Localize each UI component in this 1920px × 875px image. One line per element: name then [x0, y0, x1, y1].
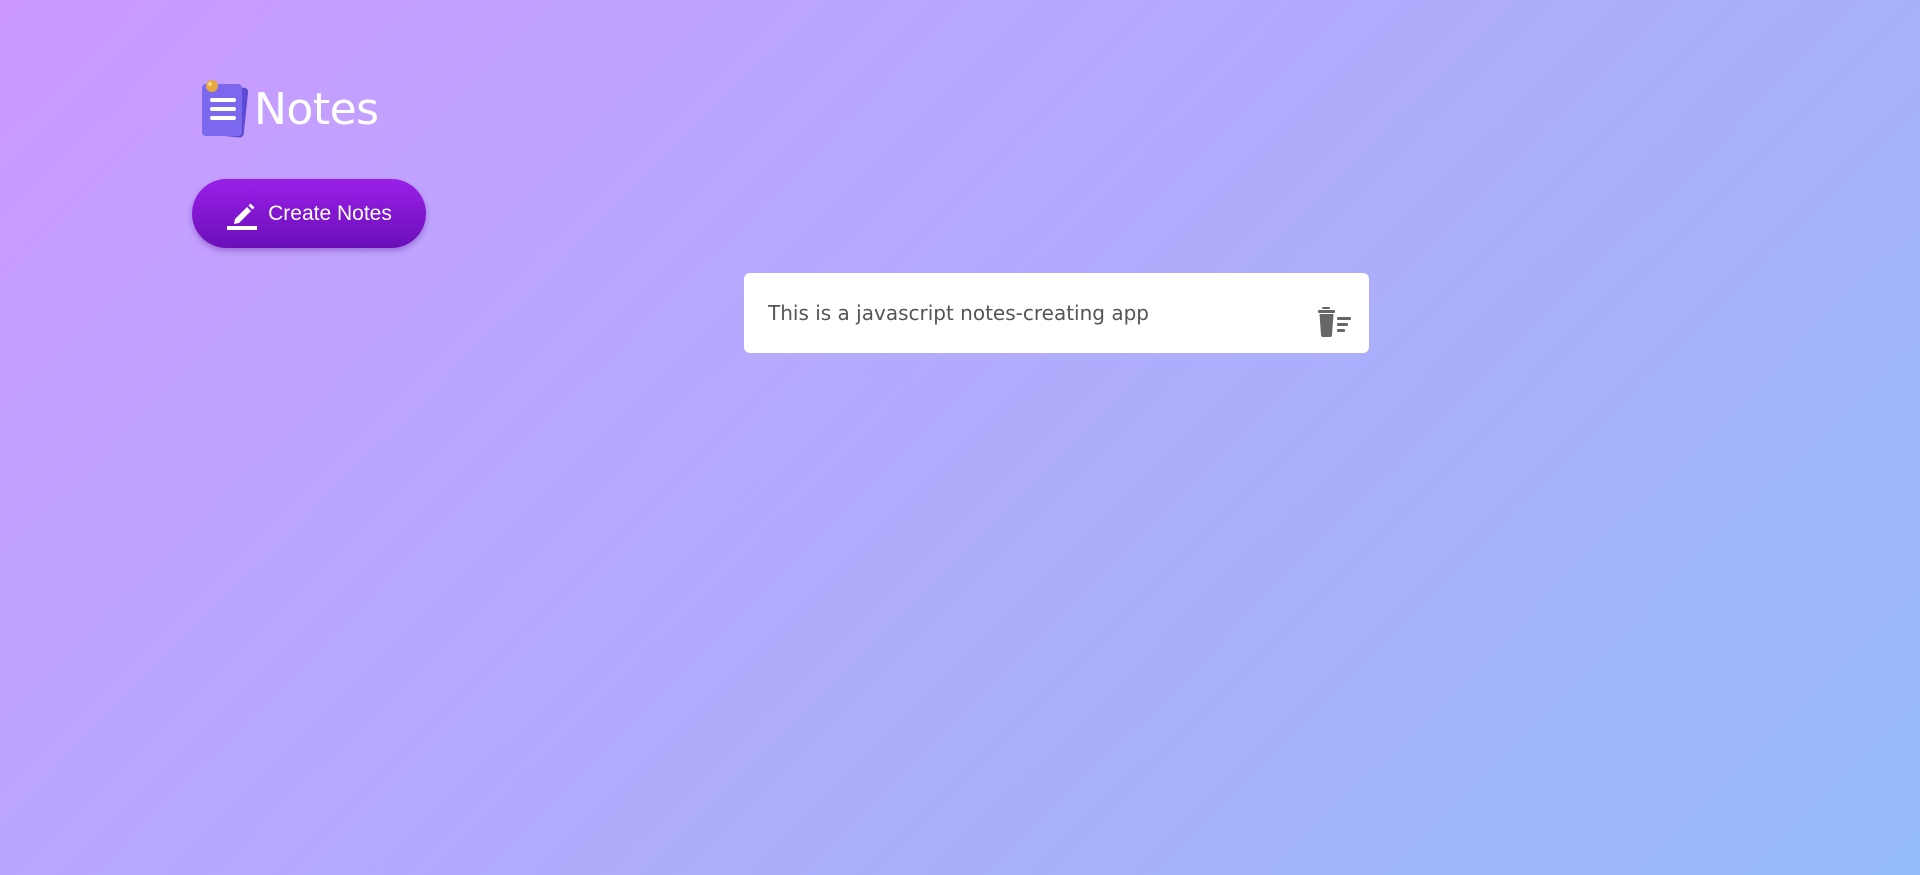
pencil-icon: [227, 203, 258, 230]
create-notes-label: Create Notes: [268, 201, 392, 225]
app-header: Notes: [192, 78, 1752, 142]
trash-icon[interactable]: [1318, 307, 1352, 337]
app-title: Notes: [254, 84, 379, 135]
notes-logo-icon: [202, 80, 249, 138]
create-notes-button[interactable]: Create Notes: [192, 179, 426, 248]
note-card: This is a javascript notes-creating app: [744, 273, 1369, 353]
app-container: Notes Create Notes: [192, 78, 1752, 248]
notes-list: This is a javascript notes-creating app: [744, 273, 1369, 353]
note-text-input[interactable]: This is a javascript notes-creating app: [768, 301, 1149, 325]
